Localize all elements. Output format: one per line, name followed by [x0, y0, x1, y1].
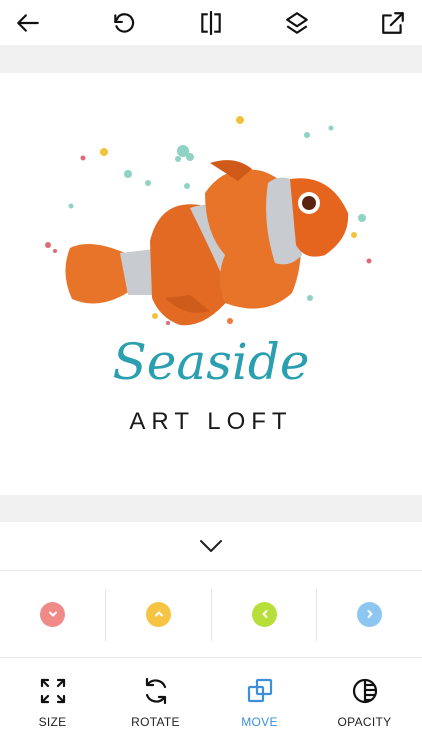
opacity-icon	[352, 678, 377, 704]
chevron-right-icon	[367, 610, 372, 618]
tool-move[interactable]: MOVE	[207, 658, 312, 750]
chevron-left-icon	[262, 610, 267, 618]
undo-button[interactable]	[107, 6, 141, 40]
tool-rotate[interactable]: ROTATE	[103, 658, 208, 750]
tool-opacity-label: OPACITY	[337, 715, 392, 729]
tool-size[interactable]: SIZE	[0, 658, 105, 750]
logo-script-text: Seaside	[112, 333, 310, 391]
tool-rotate-label: ROTATE	[131, 715, 180, 729]
design-canvas[interactable]: Seaside ART LOFT	[0, 73, 422, 495]
resize-icon	[40, 678, 65, 704]
nudge-left-button[interactable]	[212, 571, 317, 657]
logo-subtitle-text: ART LOFT	[129, 408, 293, 435]
flip-button[interactable]	[194, 6, 228, 40]
layers-button[interactable]	[280, 6, 314, 40]
canvas-margin-bottom	[0, 495, 422, 522]
chevron-up-icon	[154, 611, 163, 617]
collapse-panel-button[interactable]	[0, 522, 422, 571]
tool-opacity[interactable]: OPACITY	[312, 658, 417, 750]
tool-move-label: MOVE	[241, 715, 278, 729]
share-button[interactable]	[376, 6, 410, 40]
canvas-margin-top	[0, 45, 422, 73]
chevron-down-icon	[48, 611, 57, 617]
chevron-down-icon	[200, 540, 222, 552]
top-toolbar	[0, 0, 422, 45]
nudge-up-circle	[146, 601, 171, 627]
rotate-icon	[145, 677, 166, 705]
nudge-right-button[interactable]	[317, 571, 422, 657]
edit-tools-bar: SIZE ROTATE MOVE OPACITY	[0, 658, 422, 750]
flip-icon	[201, 11, 221, 35]
undo-icon	[114, 13, 135, 33]
layers-icon	[286, 12, 308, 34]
move-icon	[247, 678, 272, 703]
back-arrow-icon	[17, 14, 39, 32]
nudge-left-circle	[252, 601, 277, 627]
nudge-down-button[interactable]	[0, 571, 105, 657]
nudge-controls	[0, 571, 422, 658]
tool-size-label: SIZE	[38, 715, 67, 729]
nudge-up-button[interactable]	[106, 571, 211, 657]
nudge-right-circle	[357, 601, 382, 627]
back-button[interactable]	[11, 6, 45, 40]
share-icon	[382, 12, 404, 34]
nudge-down-circle	[40, 601, 65, 627]
